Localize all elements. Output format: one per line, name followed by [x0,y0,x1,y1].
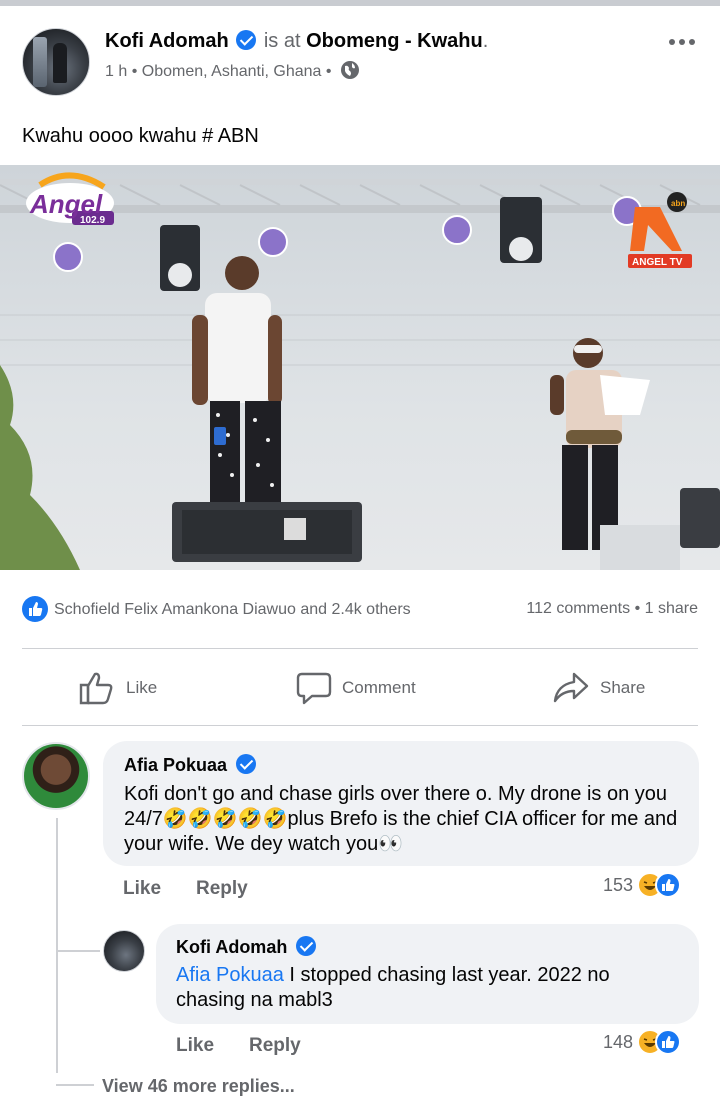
comment-author[interactable]: Afia Pokuaa [124,754,258,776]
post-header: Kofi Adomah is at Obomeng - Kwahu. 1 h •… [22,26,702,96]
mention-link[interactable]: Afia Pokuaa [176,964,284,986]
top-divider [0,0,720,6]
comment-reply-button[interactable]: Reply [196,878,248,900]
shares-count[interactable]: 1 share [645,600,698,617]
thumbs-up-icon [79,672,113,705]
post-text: Kwahu oooo kwahu # ABN [22,125,259,147]
reactions-text: Schofield Felix Amankona Diawuo and 2.4k… [54,601,411,618]
divider [22,648,698,649]
reply-author[interactable]: Kofi Adomah [176,936,318,958]
commenter-avatar[interactable] [22,742,90,810]
verified-badge-icon [236,30,257,50]
post-time[interactable]: 1 h [105,63,127,80]
comment-like-button[interactable]: Like [123,878,161,900]
share-label: Share [600,678,646,697]
abn-badge-text: abn [671,199,685,208]
performer-woman [550,338,650,550]
comment-button[interactable]: Comment [296,668,416,708]
thread-line [56,818,58,1073]
angel-tv-text: ANGEL TV [632,257,683,268]
view-more-replies-link[interactable]: View 46 more replies... [102,1076,295,1097]
divider [22,725,698,726]
like-label: Like [126,678,158,697]
verified-badge-icon [236,754,257,774]
reply-like-button[interactable]: Like [176,1035,214,1057]
engagement-counts: 112 comments • 1 share [526,600,698,617]
share-button[interactable]: Share [552,668,645,708]
like-reaction-icon [655,1029,682,1055]
post-photo[interactable]: Angel 102.9 abn ANGEL TV [0,165,720,570]
comment-text: Kofi don't go and chase girls over there… [124,783,678,855]
post-meta: 1 h • Obomen, Ashanti, Ghana • [105,60,360,81]
reply-text: Afia Pokuaa I stopped chasing last year.… [176,964,610,1011]
post-location[interactable]: Obomen, Ashanti, Ghana [142,63,322,80]
place-link[interactable]: Obomeng - Kwahu [306,30,483,52]
share-icon [553,672,589,703]
comment-label: Comment [342,678,416,697]
tree [0,365,80,570]
like-reaction-icon [655,872,682,898]
reply-author-avatar[interactable] [103,930,145,972]
reply-reaction-count: 148 [603,1031,634,1052]
thread-branch [56,1084,94,1086]
verified-badge-icon [296,936,317,956]
author-avatar[interactable] [22,28,90,96]
post-title-line: Kofi Adomah is at Obomeng - Kwahu. [105,30,489,52]
reactions-summary[interactable]: Schofield Felix Amankona Diawuo and 2.4k… [22,596,411,622]
angel-logo-freq: 102.9 [80,215,105,226]
thread-branch [56,950,100,952]
reply-reactions[interactable]: 148 [603,1029,682,1055]
like-button[interactable]: Like [78,668,157,708]
performer-man [192,256,282,506]
reply-reply-button[interactable]: Reply [249,1035,301,1057]
stage-scene: Angel 102.9 abn ANGEL TV [0,172,720,570]
comment-reactions[interactable]: 153 [603,872,682,898]
comments-count[interactable]: 112 comments [526,600,630,617]
comment-reaction-count: 153 [603,874,634,895]
is-at-label: is at [263,30,301,52]
like-reaction-icon [22,596,48,622]
more-options-icon[interactable] [662,30,702,54]
author-name[interactable]: Kofi Adomah [105,30,229,52]
comment-icon [296,672,332,705]
globe-icon [340,61,359,79]
